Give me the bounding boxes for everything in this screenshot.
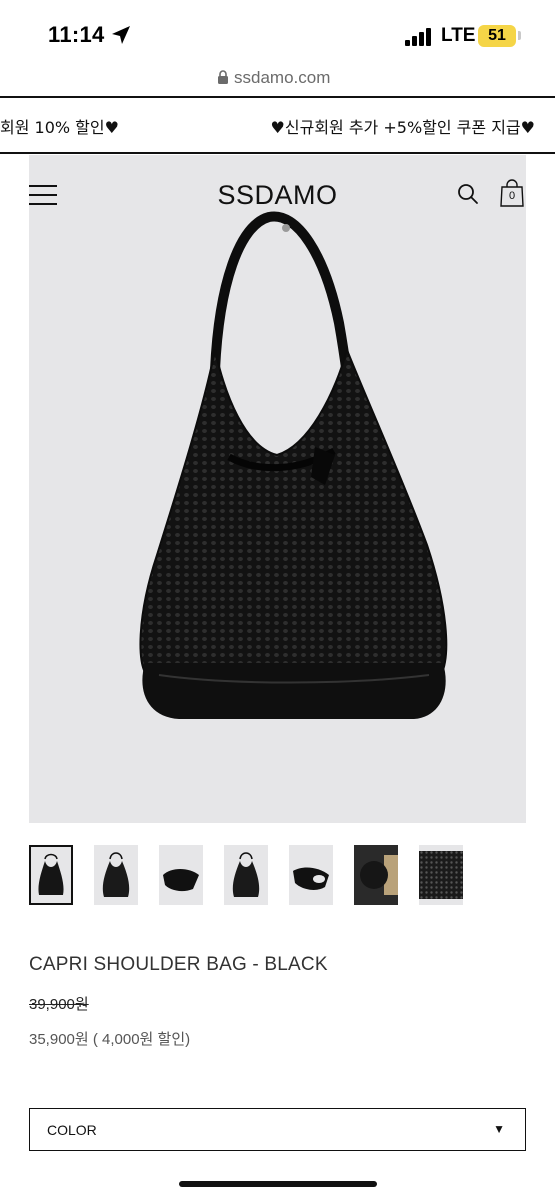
thumbnail-bag-icon [163,869,199,892]
thumbnail-bag-icon [38,853,64,895]
status-time: 11:14 [48,22,105,47]
thumbnail-6[interactable] [354,845,398,905]
brand-logo[interactable]: SSDAMO [29,180,526,211]
signal-strength-icon [405,28,433,46]
thumbnail-7[interactable] [419,845,463,905]
sale-price: 35,900원 ( 4,000원 할인) [29,1031,191,1048]
thumbnail-5[interactable] [289,845,333,905]
cart-count: 0 [508,190,516,202]
address-bar[interactable]: ssdamo.com [0,64,555,94]
original-price: 39,900원 [29,996,89,1013]
thumbnail-2[interactable] [94,845,138,905]
thumbnail-strip [29,845,469,905]
home-indicator[interactable] [179,1181,377,1187]
url-text: ssdamo.com [234,68,331,87]
shopping-bag-icon[interactable]: 0 [499,179,525,207]
color-select[interactable]: COLOR ▼ [29,1108,526,1151]
status-bar: 11:14 LTE 51 [0,0,555,66]
thumbnail-1[interactable] [29,845,73,905]
product-main-image[interactable]: SSDAMO 0 [29,155,526,823]
search-icon[interactable] [457,183,479,205]
thumbnail-4[interactable] [224,845,268,905]
lock-icon [218,70,228,84]
bag-illustration [139,211,448,719]
thumbnail-bag-icon [419,851,463,899]
location-arrow-icon [112,26,130,44]
promo-text-left: 회원 10% 할인♥ [0,118,119,137]
product-title: CAPRI SHOULDER BAG - BLACK [29,954,328,975]
color-select-label: COLOR [47,1122,97,1138]
promo-banner[interactable]: 회원 10% 할인♥ ♥신규회원 추가 +5%할인 쿠폰 지급♥ [0,96,555,154]
battery-icon: 51 [478,25,516,47]
battery-tip [518,31,521,40]
promo-text-right: ♥신규회원 추가 +5%할인 쿠폰 지급♥ [270,118,535,137]
thumbnail-bag-icon [293,867,329,890]
network-type: LTE [441,25,476,46]
thumbnail-bag-icon [354,845,398,905]
thumbnail-bag-icon [232,852,260,897]
chevron-down-icon: ▼ [493,1122,505,1136]
thumbnail-bag-icon [102,852,130,897]
thumbnail-3[interactable] [159,845,203,905]
